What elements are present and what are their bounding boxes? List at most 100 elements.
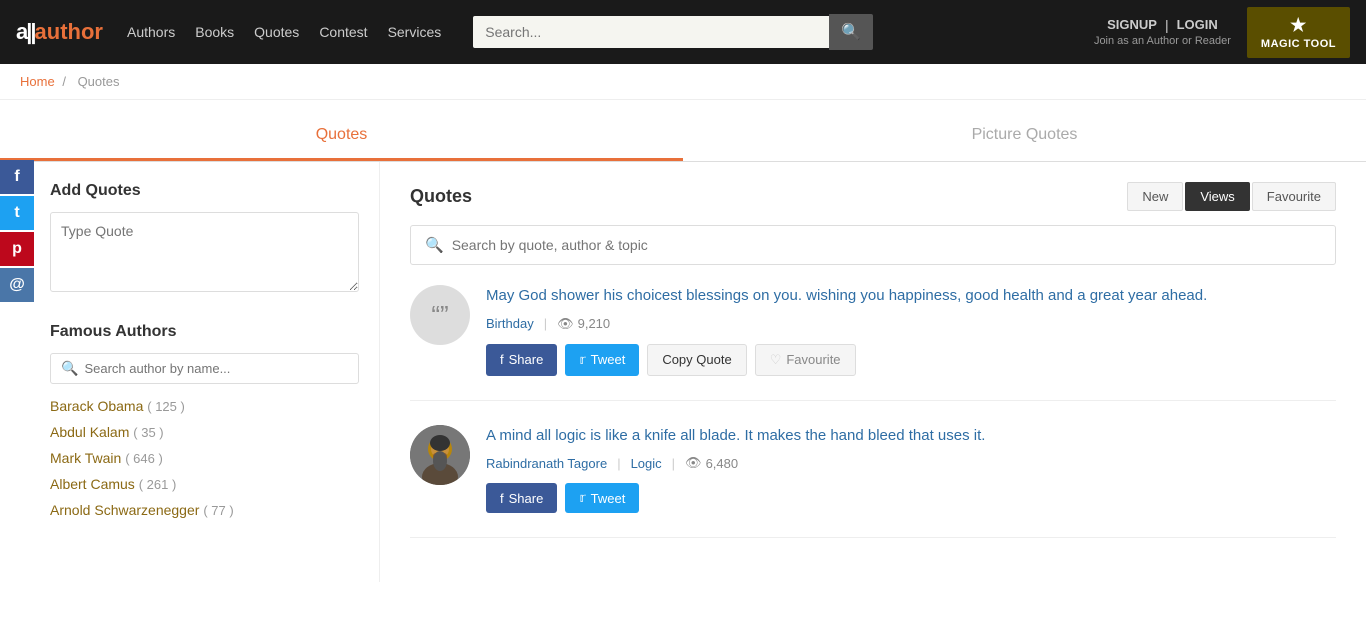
tweet-btn-2[interactable]: 𝕣 Tweet — [565, 483, 639, 513]
search-author-wrapper: 🔍 — [50, 353, 359, 384]
share-facebook-btn-1[interactable]: f Share — [486, 344, 557, 376]
quote-icon: “” — [431, 300, 448, 331]
quote-text-2: A mind all logic is like a knife all bla… — [486, 425, 1336, 448]
tweet-btn-1[interactable]: 𝕣 Tweet — [565, 344, 639, 376]
list-item: Barack Obama ( 125 ) — [50, 398, 359, 414]
logic-link[interactable]: Logic — [631, 456, 662, 471]
quote-search-input[interactable] — [452, 237, 1321, 253]
login-link[interactable]: LOGIN — [1177, 17, 1218, 33]
breadcrumb-home[interactable]: Home — [20, 74, 55, 89]
quote-views-1: 👁 9,210 — [557, 316, 610, 332]
eye-icon-2: 👁 — [685, 455, 702, 471]
signup-link[interactable]: SIGNUP — [1107, 17, 1157, 33]
quote-search-icon: 🔍 — [425, 236, 444, 254]
logo-icon: a|| — [16, 19, 35, 45]
magic-tool-label: MAGIC TOOL — [1261, 38, 1336, 50]
quote-card-1: “” May God shower his choicest blessings… — [410, 285, 1336, 401]
author-twain[interactable]: Mark Twain — [50, 450, 121, 466]
view-buttons: New Views Favourite — [1127, 182, 1336, 211]
facebook-icon: f — [500, 352, 504, 367]
author-camus-count: ( 261 ) — [139, 477, 177, 492]
main-container: Add Quotes Famous Authors 🔍 Barack Obama… — [0, 162, 1366, 582]
wand-icon: ★ — [1290, 15, 1307, 36]
twitter-icon-2: 𝕣 — [579, 490, 585, 506]
quote-text-1: May God shower his choicest blessings on… — [486, 285, 1336, 308]
nav-quotes[interactable]: Quotes — [254, 24, 299, 40]
quotes-header: Quotes New Views Favourite — [410, 182, 1336, 211]
quote-meta-2: Rabindranath Tagore | Logic | 👁 6,480 — [486, 455, 1336, 471]
header-search: 🔍 — [473, 14, 873, 50]
author-list: Barack Obama ( 125 ) Abdul Kalam ( 35 ) … — [50, 398, 359, 518]
author-obama[interactable]: Barack Obama — [50, 398, 143, 414]
social-sidebar: f t p @ — [0, 160, 34, 302]
list-item: Albert Camus ( 261 ) — [50, 476, 359, 492]
twitter-social-btn[interactable]: t — [0, 196, 34, 230]
author-twain-count: ( 646 ) — [125, 451, 163, 466]
author-schwarzenegger-count: ( 77 ) — [203, 503, 233, 518]
tagore-avatar-svg — [410, 425, 470, 485]
right-content: Quotes New Views Favourite 🔍 “” May God … — [380, 162, 1366, 582]
magic-tool-button[interactable]: ★ MAGIC TOOL — [1247, 7, 1350, 58]
logo[interactable]: a|| author — [16, 19, 103, 45]
quotes-section-title: Quotes — [410, 186, 1115, 207]
quote-body-2: A mind all logic is like a knife all bla… — [486, 425, 1336, 514]
famous-authors-title: Famous Authors — [50, 323, 359, 341]
author-obama-count: ( 125 ) — [147, 399, 185, 414]
quote-tag-logic-2: Logic — [631, 456, 662, 471]
quote-body-1: May God shower his choicest blessings on… — [486, 285, 1336, 376]
join-label: Join as an Author or Reader — [1094, 35, 1231, 47]
quote-search-bar: 🔍 — [410, 225, 1336, 265]
header-search-button[interactable]: 🔍 — [829, 14, 873, 50]
search-author-input[interactable] — [84, 361, 348, 376]
quote-tag-1: Birthday — [486, 316, 534, 331]
pinterest-social-btn[interactable]: p — [0, 232, 34, 266]
author-kalam-count: ( 35 ) — [133, 425, 163, 440]
logo-text: author — [35, 19, 103, 45]
quote-actions-2: f Share 𝕣 Tweet — [486, 483, 1336, 513]
nav-services[interactable]: Services — [388, 24, 442, 40]
quote-views-2: 👁 6,480 — [685, 455, 738, 471]
share-facebook-btn-2[interactable]: f Share — [486, 483, 557, 513]
breadcrumb-separator: / — [62, 74, 66, 89]
type-quote-textarea[interactable] — [50, 212, 359, 292]
nav-contest[interactable]: Contest — [319, 24, 367, 40]
author-kalam[interactable]: Abdul Kalam — [50, 424, 129, 440]
quote-actions-1: f Share 𝕣 Tweet Copy Quote ♡ Favourite — [486, 344, 1336, 376]
quote-avatar-1: “” — [410, 285, 470, 345]
nav-books[interactable]: Books — [195, 24, 234, 40]
auth-links: SIGNUP | LOGIN Join as an Author or Read… — [1094, 17, 1231, 47]
auth-separator: | — [1165, 17, 1169, 33]
copy-quote-btn-1[interactable]: Copy Quote — [647, 344, 746, 376]
header-search-input[interactable] — [473, 16, 829, 48]
breadcrumb-current: Quotes — [78, 74, 120, 89]
tab-quotes[interactable]: Quotes — [0, 112, 683, 161]
breadcrumb: Home / Quotes — [0, 64, 1366, 100]
nav-authors[interactable]: Authors — [127, 24, 175, 40]
new-view-btn[interactable]: New — [1127, 182, 1183, 211]
quote-tag-author-2: Rabindranath Tagore — [486, 456, 607, 471]
eye-icon: 👁 — [557, 316, 574, 332]
tagore-link[interactable]: Rabindranath Tagore — [486, 456, 607, 471]
author-schwarzenegger[interactable]: Arnold Schwarzenegger — [50, 502, 199, 518]
list-item: Mark Twain ( 646 ) — [50, 450, 359, 466]
main-nav: Authors Books Quotes Contest Services — [127, 24, 441, 40]
famous-authors-section: Famous Authors 🔍 Barack Obama ( 125 ) Ab… — [50, 323, 359, 518]
views-view-btn[interactable]: Views — [1185, 182, 1249, 211]
header-right: SIGNUP | LOGIN Join as an Author or Read… — [1094, 7, 1350, 58]
site-header: a|| author Authors Books Quotes Contest … — [0, 0, 1366, 64]
list-item: Abdul Kalam ( 35 ) — [50, 424, 359, 440]
author-camus[interactable]: Albert Camus — [50, 476, 135, 492]
favourite-btn-1[interactable]: ♡ Favourite — [755, 344, 856, 376]
twitter-icon: 𝕣 — [579, 352, 585, 368]
left-sidebar: Add Quotes Famous Authors 🔍 Barack Obama… — [0, 162, 380, 582]
email-social-btn[interactable]: @ — [0, 268, 34, 302]
favourite-view-btn[interactable]: Favourite — [1252, 182, 1336, 211]
search-author-icon: 🔍 — [61, 360, 78, 377]
add-quotes-title: Add Quotes — [50, 182, 359, 200]
main-tabs: Quotes Picture Quotes — [0, 112, 1366, 162]
facebook-social-btn[interactable]: f — [0, 160, 34, 194]
tab-picture-quotes[interactable]: Picture Quotes — [683, 112, 1366, 161]
quote-meta-1: Birthday | 👁 9,210 — [486, 316, 1336, 332]
quote-avatar-2 — [410, 425, 470, 485]
birthday-tag-link[interactable]: Birthday — [486, 316, 534, 331]
